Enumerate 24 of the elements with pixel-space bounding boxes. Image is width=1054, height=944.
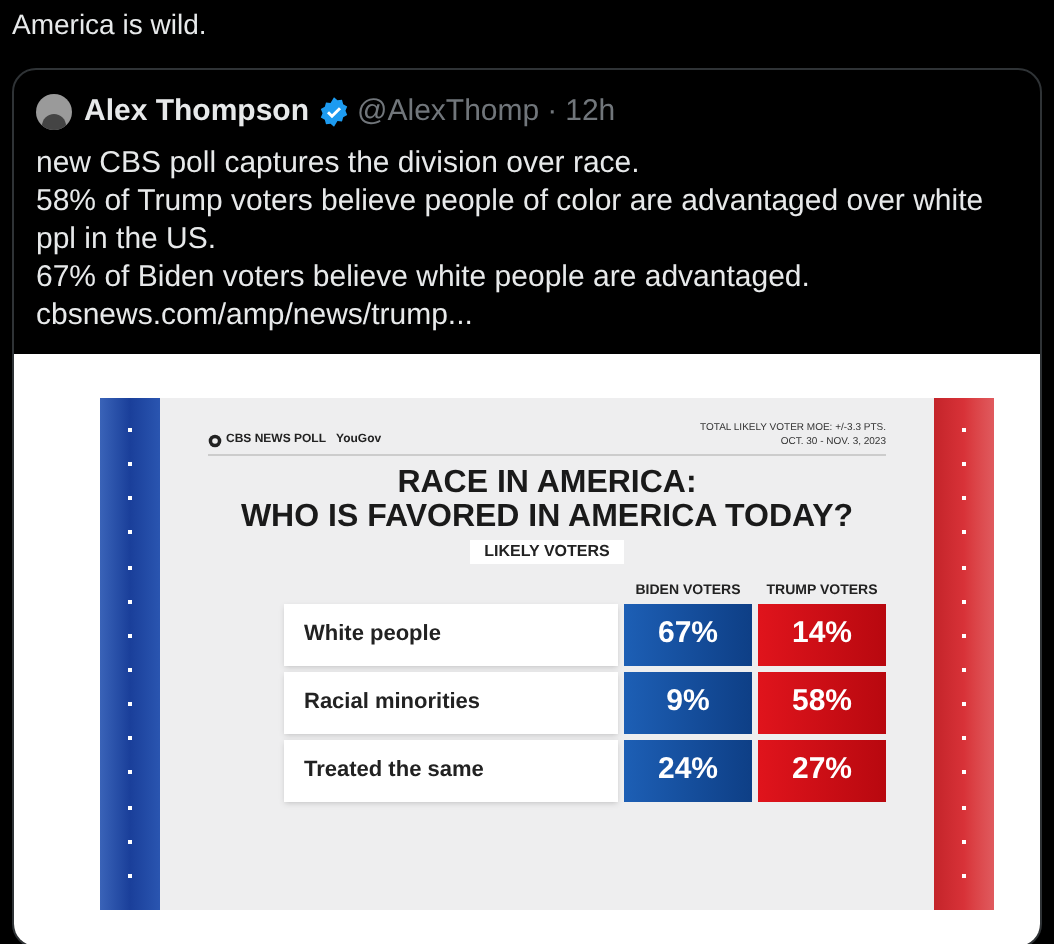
quoted-post[interactable] (12, 68, 1042, 944)
separator: · (547, 92, 558, 132)
link[interactable]: cbsnews.com/amp/news/trump... (36, 297, 473, 331)
percentage-cell: 14% (758, 603, 886, 665)
eye-logo-icon (208, 433, 222, 447)
percentage-cell: 58% (758, 671, 886, 733)
row-label: White people (284, 603, 618, 665)
percentage-cell: 67% (624, 603, 752, 665)
row-label: Treated the same (284, 739, 618, 801)
post-text: 67% of Biden voters believe white people are advantaged. (36, 257, 812, 295)
post-time: 12h (565, 92, 616, 132)
avatar (36, 94, 72, 131)
post-text: new CBS poll captures the division over race. (36, 143, 642, 181)
graphic-title: RACE IN AMERICA: (397, 465, 697, 499)
post-text: America is wild. (10, 6, 209, 42)
row-label: Racial minorities (284, 671, 618, 733)
author-handle: @AlexThomp (357, 92, 540, 132)
percentage-cell: 9% (624, 671, 752, 733)
graphic-title: WHO IS FAVORED IN AMERICA TODAY? (240, 499, 854, 533)
subtitle-label: LIKELY VOTERS (470, 539, 624, 563)
percentage-cell: 27% (758, 739, 886, 801)
author-name[interactable]: Alex Thompson (84, 90, 310, 135)
post-text: 58% of Trump voters believe people of color are advantaged over white ppl in the US. (36, 181, 986, 257)
percentage-cell: 24% (624, 739, 752, 801)
